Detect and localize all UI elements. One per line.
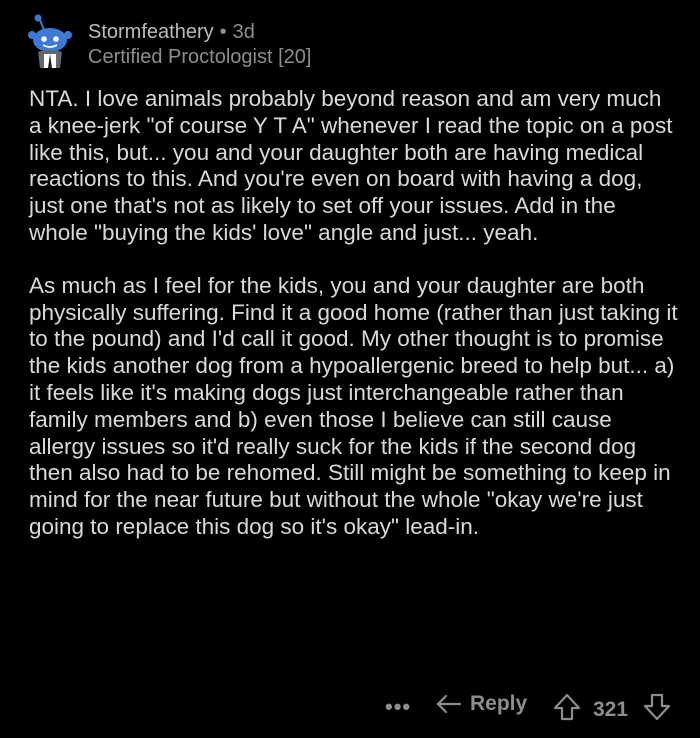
vote-score: 321 <box>593 698 629 721</box>
comment-age: 3d <box>232 21 255 43</box>
comment-header: Stormfeathery • 3d Certified Proctologist … <box>22 14 311 74</box>
downvote-arrow-icon[interactable] <box>642 692 672 727</box>
reply-label: Reply <box>470 692 528 715</box>
comment: Stormfeathery • 3d Certified Proctologist … <box>0 0 700 738</box>
username-link[interactable]: Stormfeathery <box>88 21 214 43</box>
comment-paragraph: As much as I feel for the kids, you and … <box>29 272 678 539</box>
comment-paragraph: NTA. I love animals probably beyond reas… <box>29 86 673 245</box>
comment-body: NTA. I love animals probably beyond reas… <box>29 86 679 567</box>
user-flair: Certified Proctologist [20] <box>88 46 312 68</box>
author-line: Stormfeathery • 3d <box>88 20 311 44</box>
reply-arrow-icon <box>436 694 462 714</box>
comment-meta: Stormfeathery • 3d Certified Proctologist … <box>88 20 311 69</box>
reply-button[interactable]: Reply <box>436 692 527 716</box>
upvote-arrow-icon[interactable] <box>552 692 582 727</box>
separator-dot: • <box>219 21 227 43</box>
comment-actions: ••• Reply 321 <box>0 690 700 726</box>
snoo-avatar-icon[interactable] <box>22 14 74 70</box>
more-options-icon[interactable]: ••• <box>385 694 411 720</box>
